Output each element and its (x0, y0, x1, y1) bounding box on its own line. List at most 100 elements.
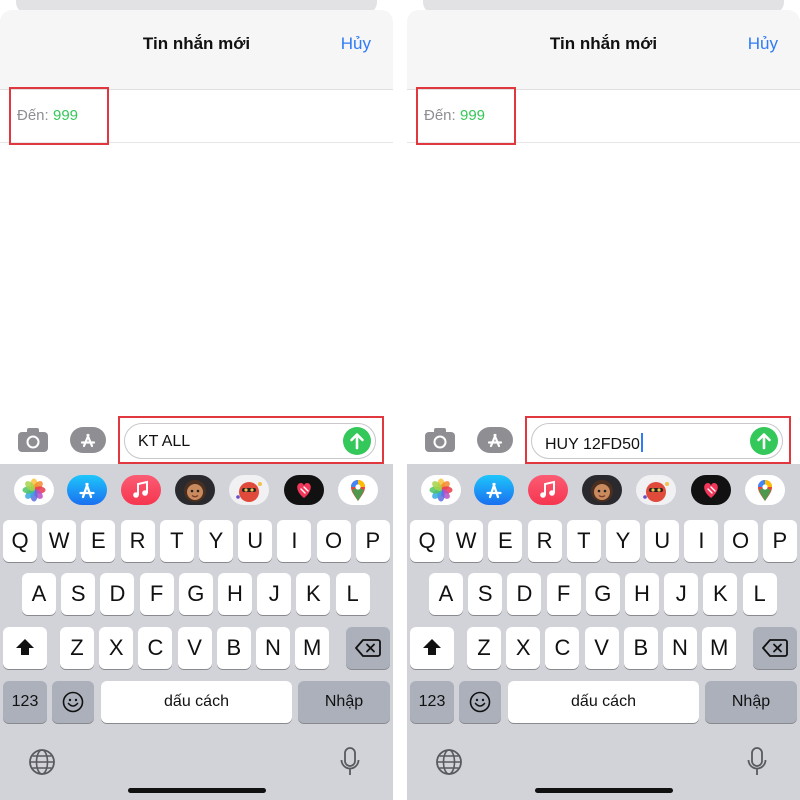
digital-touch-icon[interactable] (691, 475, 731, 505)
key-g[interactable]: G (178, 573, 213, 615)
shift-key[interactable] (410, 627, 454, 669)
key-y[interactable]: Y (199, 520, 233, 562)
numbers-key[interactable]: 123 (410, 681, 454, 723)
key-e[interactable]: E (488, 520, 523, 562)
page-title: Tin nhắn mới (142, 34, 251, 53)
app-store-icon[interactable] (67, 475, 107, 505)
key-m[interactable]: M (295, 627, 330, 669)
message-input[interactable]: KT ALL (124, 423, 376, 459)
key-s[interactable]: S (61, 573, 96, 615)
memoji-icon[interactable] (175, 475, 215, 505)
key-x[interactable]: X (99, 627, 134, 669)
key-u[interactable]: U (645, 520, 680, 562)
key-t[interactable]: T (566, 520, 601, 562)
globe-icon[interactable] (435, 748, 463, 781)
home-indicator (534, 788, 673, 793)
key-z[interactable]: Z (60, 627, 94, 669)
key-r[interactable]: R (120, 520, 155, 562)
cancel-button[interactable]: Hủy (341, 34, 371, 54)
app-store-icon[interactable] (70, 427, 106, 453)
app-store-icon[interactable] (477, 427, 513, 453)
emoji-key[interactable] (459, 681, 501, 723)
key-n[interactable]: N (256, 627, 290, 669)
key-e[interactable]: E (81, 520, 116, 562)
photos-icon[interactable] (421, 475, 461, 505)
microphone-icon[interactable] (339, 746, 361, 783)
key-y[interactable]: Y (606, 520, 640, 562)
key-h[interactable]: H (625, 573, 659, 615)
google-maps-icon[interactable] (338, 475, 378, 505)
space-key[interactable]: dấu cách (101, 681, 292, 723)
key-j[interactable]: J (257, 573, 292, 615)
imessage-app-strip (0, 464, 393, 516)
key-h[interactable]: H (218, 573, 252, 615)
recipient-value[interactable]: 999 (53, 107, 78, 124)
key-v[interactable]: V (584, 627, 619, 669)
key-c[interactable]: C (138, 627, 173, 669)
music-icon[interactable] (528, 475, 568, 505)
send-button[interactable] (750, 427, 778, 455)
camera-icon[interactable] (424, 427, 456, 453)
key-b[interactable]: B (623, 627, 658, 669)
key-d[interactable]: D (100, 573, 135, 615)
key-d[interactable]: D (507, 573, 542, 615)
arrow-up-icon (350, 433, 364, 450)
key-a[interactable]: A (22, 573, 56, 615)
recipient-row[interactable]: Đến: 999 (0, 91, 393, 143)
animoji-icon[interactable] (636, 475, 676, 505)
message-input[interactable]: HUY 12FD50 (531, 423, 783, 459)
recipient-row[interactable]: Đến: 999 (407, 91, 800, 143)
key-x[interactable]: X (506, 627, 541, 669)
key-o[interactable]: O (723, 520, 758, 562)
key-m[interactable]: M (702, 627, 737, 669)
shift-key[interactable] (3, 627, 47, 669)
numbers-key[interactable]: 123 (3, 681, 47, 723)
return-key[interactable]: Nhập (298, 681, 390, 723)
key-f[interactable]: F (546, 573, 581, 615)
key-p[interactable]: P (355, 520, 390, 562)
backspace-key[interactable] (346, 627, 390, 669)
camera-icon[interactable] (17, 427, 49, 453)
key-v[interactable]: V (177, 627, 212, 669)
key-g[interactable]: G (585, 573, 620, 615)
key-n[interactable]: N (663, 627, 697, 669)
photos-icon[interactable] (14, 475, 54, 505)
key-i[interactable]: I (684, 520, 719, 562)
key-q[interactable]: Q (410, 520, 444, 562)
music-icon[interactable] (121, 475, 161, 505)
send-button[interactable] (343, 427, 371, 455)
key-q[interactable]: Q (3, 520, 37, 562)
key-b[interactable]: B (216, 627, 251, 669)
recipient-value[interactable]: 999 (460, 107, 485, 124)
key-l[interactable]: L (742, 573, 777, 615)
backspace-key[interactable] (753, 627, 797, 669)
memoji-icon[interactable] (582, 475, 622, 505)
key-w[interactable]: W (449, 520, 484, 562)
animoji-icon[interactable] (229, 475, 269, 505)
key-o[interactable]: O (316, 520, 351, 562)
microphone-icon[interactable] (746, 746, 768, 783)
key-c[interactable]: C (545, 627, 580, 669)
key-p[interactable]: P (762, 520, 797, 562)
key-w[interactable]: W (42, 520, 77, 562)
space-key[interactable]: dấu cách (508, 681, 699, 723)
key-k[interactable]: K (296, 573, 331, 615)
key-t[interactable]: T (159, 520, 194, 562)
key-u[interactable]: U (238, 520, 273, 562)
key-s[interactable]: S (468, 573, 503, 615)
globe-icon[interactable] (28, 748, 56, 781)
emoji-key[interactable] (52, 681, 94, 723)
cancel-button[interactable]: Hủy (748, 34, 778, 54)
key-f[interactable]: F (139, 573, 174, 615)
key-l[interactable]: L (335, 573, 370, 615)
key-a[interactable]: A (429, 573, 463, 615)
key-j[interactable]: J (664, 573, 699, 615)
key-k[interactable]: K (703, 573, 738, 615)
digital-touch-icon[interactable] (284, 475, 324, 505)
app-store-icon[interactable] (474, 475, 514, 505)
google-maps-icon[interactable] (745, 475, 785, 505)
key-r[interactable]: R (527, 520, 562, 562)
key-i[interactable]: I (277, 520, 312, 562)
return-key[interactable]: Nhập (705, 681, 797, 723)
key-z[interactable]: Z (467, 627, 501, 669)
